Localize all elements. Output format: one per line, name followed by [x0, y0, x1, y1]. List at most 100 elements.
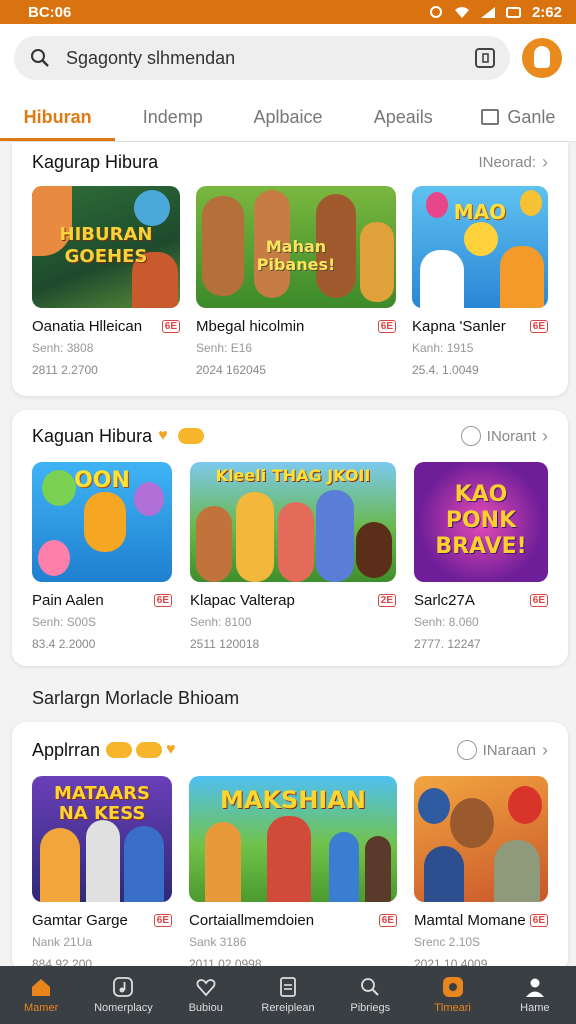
game-subtitle: Nank 21Ua: [32, 935, 93, 949]
game-item[interactable]: MATAARS NA KESS Gamtar Garge 6E Nank 21Ua…: [32, 776, 172, 971]
chevron-right-icon: ›: [542, 151, 548, 172]
age-badge: 6E: [161, 320, 180, 333]
tab-apeails[interactable]: Apeails: [346, 92, 461, 141]
game-item[interactable]: KAO PONK BRAVE! Sarlc27A 6E Senh: 8.060 2…: [414, 462, 548, 651]
game-title: Pain Aalen: [32, 592, 104, 609]
game-title: Oanatia Hlleican: [32, 318, 143, 335]
section-heading: Sarlargn Morlacle Bhioam: [32, 688, 240, 708]
heart-icon: ♥: [166, 741, 176, 758]
game-icon: [442, 977, 463, 997]
game-title: Klapac Valterap: [190, 592, 295, 609]
status-value: 2:62: [531, 3, 562, 21]
signal-icon: [480, 7, 495, 18]
check-circle-icon: [460, 426, 481, 446]
nav-games[interactable]: Tlmeari: [411, 966, 493, 1024]
section-card: Kagurap Hibura INeorad: › HIBURAN GOEHES …: [12, 142, 568, 396]
avatar[interactable]: [522, 38, 562, 78]
nav-search[interactable]: Pibriegs: [329, 966, 411, 1024]
game-item[interactable]: MAO Kapna 'Sanler 6E Kanh: 1915 25.4. 1.0…: [412, 186, 548, 377]
game-thumbnail[interactable]: OON: [32, 462, 172, 582]
game-title: Gamtar Garge: [32, 912, 128, 929]
game-thumbnail[interactable]: Mahan Pibanes!: [196, 186, 396, 308]
chevron-right-icon: ›: [542, 739, 548, 760]
category-tabs: Hiburan Indemp Aplbaice Apeails Ganle: [0, 92, 576, 142]
music-icon: [113, 977, 134, 997]
section-title: Kagurap Hibura: [32, 151, 159, 172]
game-stat: 2024 162045: [196, 363, 267, 377]
game-item[interactable]: HIBURAN GOEHES Oanatia Hlleican 6E Senh: …: [32, 186, 180, 377]
game-stat: 2777. 12247: [414, 637, 481, 651]
age-badge: 6E: [153, 914, 172, 927]
game-stat: 25.4. 1.0049: [412, 363, 479, 377]
battery-icon: [505, 7, 521, 18]
section-card: Kaguan Hibura ♥ INorant › OON Pain Aalen 6…: [12, 410, 568, 666]
game-subtitle: Kanh: 1915: [412, 341, 474, 355]
see-more-link[interactable]: INorant ›: [460, 425, 548, 447]
game-item[interactable]: OON Pain Aalen 6E Senh: S00S 83.4 2.2000: [32, 462, 172, 651]
tab-hiburan[interactable]: Hiburan: [0, 92, 116, 141]
tab-aplbaice[interactable]: Aplbaice: [230, 92, 345, 141]
game-thumbnail[interactable]: MAO: [412, 186, 548, 308]
nav-document[interactable]: Rereiplean: [247, 966, 329, 1024]
nav-home[interactable]: Mamer: [0, 966, 82, 1024]
game-title: Mamtal Momane: [414, 912, 526, 929]
tab-indemp[interactable]: Indemp: [115, 92, 230, 141]
heart-icon: [196, 979, 216, 997]
age-badge: 6E: [378, 914, 397, 927]
search-icon: [31, 49, 49, 67]
game-thumbnail[interactable]: KAO PONK BRAVE!: [414, 462, 548, 582]
status-bar: BC:06 2:62: [0, 0, 576, 24]
age-badge: 6E: [377, 320, 396, 333]
game-subtitle: Senh: 8100: [190, 615, 252, 629]
list-icon: [481, 109, 500, 125]
game-subtitle: Senh: 3808: [32, 341, 94, 355]
status-time: BC:06: [28, 3, 72, 21]
age-badge: 2E: [377, 594, 396, 607]
age-badge: 6E: [529, 320, 548, 333]
section-card: Applrran ♥ INaraan › MATAARS NA KESS Gamt…: [12, 722, 568, 972]
heart-icon: ♥: [158, 427, 168, 444]
game-title: Cortaiallmemdoien: [189, 912, 315, 929]
game-subtitle: Srenc 2.10S: [414, 935, 481, 949]
game-thumbnail[interactable]: Kleeli THAG JKOII: [190, 462, 396, 582]
game-thumbnail[interactable]: HIBURAN GOEHES: [32, 186, 180, 308]
game-item[interactable]: MAKSHIAN Cortaiallmemdoien 6E Sank 3186 2…: [189, 776, 397, 971]
see-more-link[interactable]: INeorad: ›: [478, 152, 548, 173]
see-more-link[interactable]: INaraan ›: [456, 739, 548, 761]
search-text: Sgagonty slhmendan: [66, 47, 236, 68]
game-thumbnail[interactable]: MATAARS NA KESS: [32, 776, 172, 902]
scan-icon[interactable]: [474, 47, 496, 69]
game-item[interactable]: Mahan Pibanes! Mbegal hicolmin 6E Senh: E…: [196, 186, 396, 377]
game-thumbnail[interactable]: MAKSHIAN: [189, 776, 397, 902]
gold-badge: [136, 742, 163, 758]
game-item[interactable]: Mamtal Momane 6E Srenc 2.10S 2021 10.4009: [414, 776, 548, 971]
bottom-navigation: Mamer Nomerplacy Bubiou Rereiplean Pibri…: [0, 966, 576, 1024]
game-thumbnail[interactable]: [414, 776, 548, 902]
nav-music[interactable]: Nomerplacy: [82, 966, 164, 1024]
tab-ganle[interactable]: Ganle: [461, 92, 576, 141]
alarm-icon: [429, 6, 442, 18]
search-icon: [361, 978, 379, 996]
section-title: Applrran: [32, 739, 101, 760]
home-icon: [32, 979, 51, 996]
game-item[interactable]: Kleeli THAG JKOII Klapac Valterap 2E Senh…: [190, 462, 396, 651]
search-header: Sgagonty slhmendan: [0, 24, 576, 92]
game-subtitle: Sank 3186: [189, 935, 247, 949]
profile-icon: [525, 978, 544, 997]
game-title: Sarlc27A: [414, 592, 475, 609]
check-circle-icon: [456, 740, 477, 760]
age-badge: 6E: [529, 914, 548, 927]
nav-profile[interactable]: Hame: [494, 966, 576, 1024]
chevron-right-icon: ›: [542, 425, 548, 446]
game-stat: 2811 2.2700: [32, 363, 98, 377]
search-input[interactable]: Sgagonty slhmendan: [14, 36, 510, 80]
gold-badge: [178, 428, 205, 444]
nav-favorites[interactable]: Bubiou: [165, 966, 247, 1024]
game-subtitle: Senh: S00S: [32, 615, 97, 629]
game-stat: 83.4 2.2000: [32, 637, 96, 651]
gold-badge: [106, 742, 133, 758]
game-stat: 2511 120018: [190, 637, 260, 651]
document-icon: [280, 977, 296, 997]
game-title: Mbegal hicolmin: [196, 318, 305, 335]
game-title: Kapna 'Sanler: [412, 318, 506, 335]
